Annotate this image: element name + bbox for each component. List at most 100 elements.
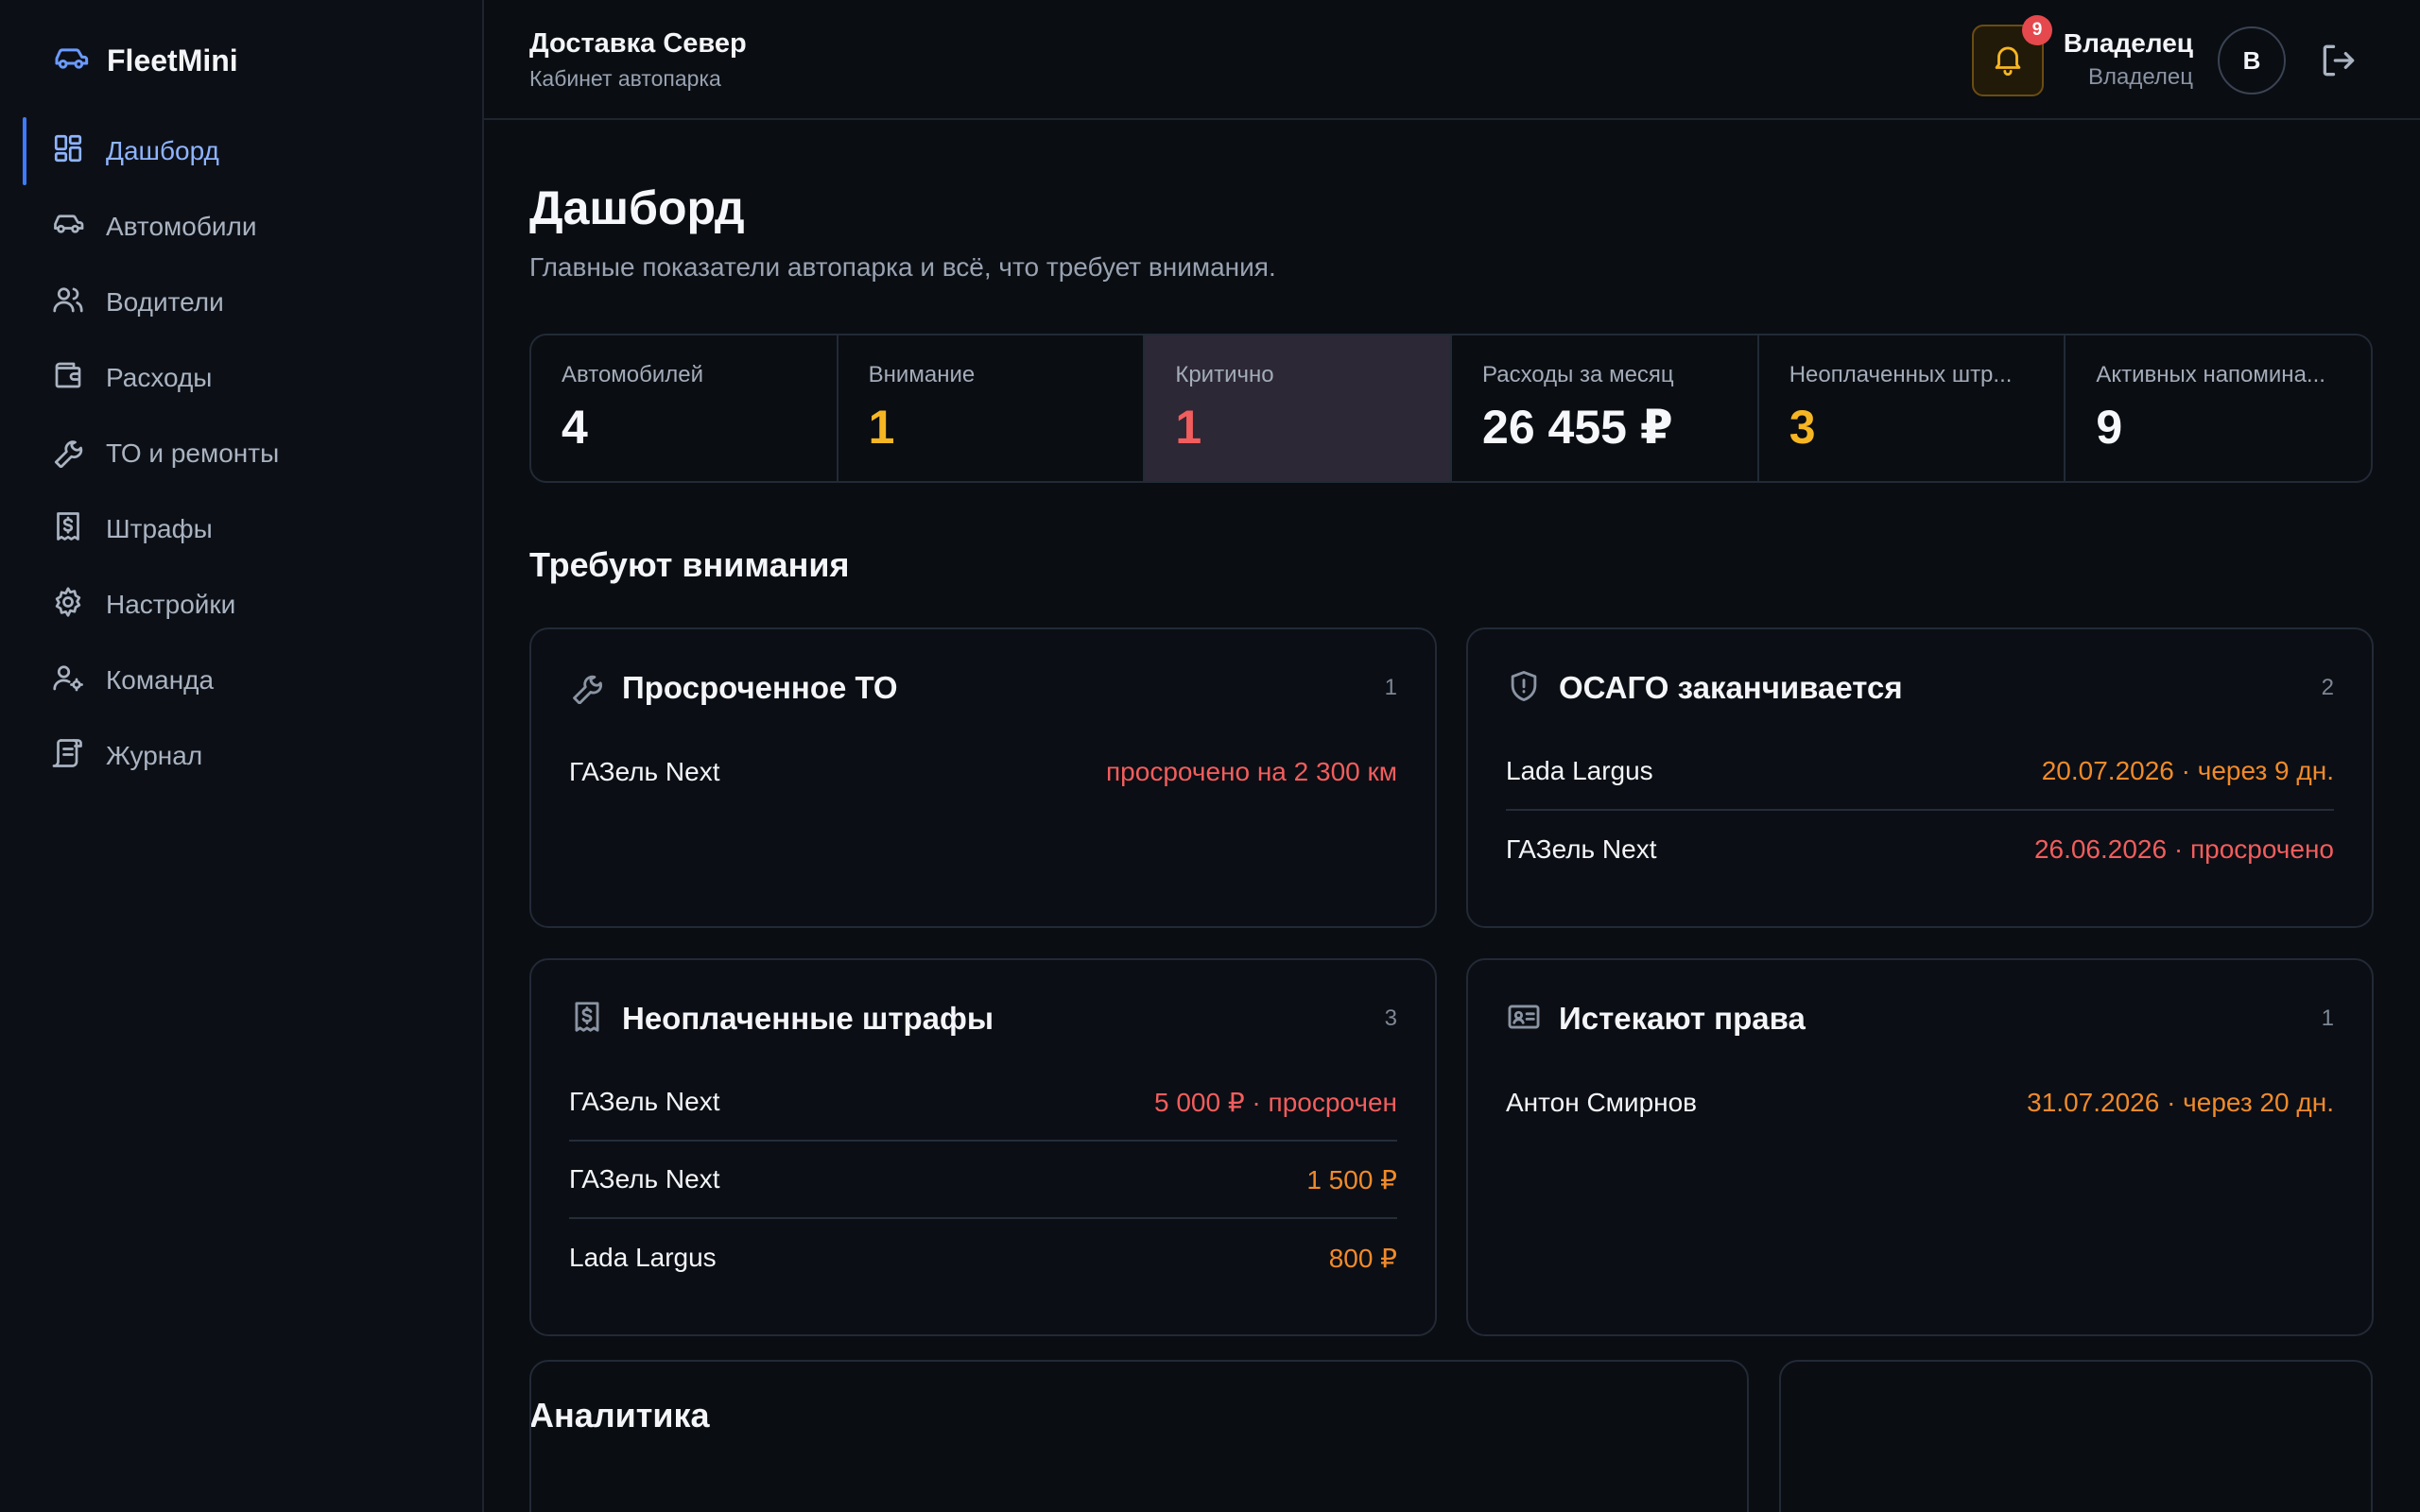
card-rows: ГАЗель Next просрочено на 2 300 км [569,733,1397,811]
list-item[interactable]: ГАЗель Next 5 000 ₽ · просрочен [569,1064,1397,1142]
dashboard-icon [51,131,85,172]
id-card-icon [1506,999,1542,1040]
page-title: Дашборд [529,181,745,234]
list-item[interactable]: ГАЗель Next 26.06.2026 · просрочено [1506,811,2334,888]
card-rows: Lada Largus 20.07.2026 · через 9 дн. ГАЗ… [1506,733,2334,888]
card-osago-expiring: ОСАГО заканчивается 2 Lada Largus 20.07.… [1466,627,2374,928]
sidebar-nav: Дашборд Автомобили Водители Расходы ТО и… [23,117,458,798]
car-icon [51,207,85,248]
sidebar-item-maintenance[interactable]: ТО и ремонты [23,420,458,488]
sidebar-item-cars[interactable]: Автомобили [23,193,458,261]
receipt-icon [51,509,85,550]
status-text: 31.07.2026 · через 20 дн. [2027,1088,2334,1117]
card-title: Неоплаченные штрафы [622,1001,994,1036]
page-subtitle: Главные показатели автопарка и всё, что … [529,252,1276,282]
stat-label: Внимание [868,362,976,387]
wallet-icon [51,358,85,399]
stat-active-reminders[interactable]: Активных напомина... 9 [2066,335,2371,481]
card-header: ОСАГО заканчивается 2 [1506,667,2334,709]
wrench-icon [51,434,85,474]
avatar[interactable]: В [2218,26,2286,94]
sidebar-item-label: Автомобили [106,212,257,241]
gear-icon [51,585,85,626]
sidebar-item-drivers[interactable]: Водители [23,268,458,336]
sidebar-item-log[interactable]: Журнал [23,722,458,790]
list-item[interactable]: Антон Смирнов 31.07.2026 · через 20 дн. [1506,1064,2334,1142]
notifications-badge: 9 [2022,15,2052,45]
card-header: Истекают права 1 [1506,998,2334,1040]
card-count: 1 [1384,675,1397,700]
wrench-icon [569,668,605,709]
top-header: Доставка Север Кабинет автопарка 9 Владе… [484,0,2420,120]
shield-icon [1506,668,1542,709]
vehicle-name: ГАЗель Next [569,757,720,786]
card-header: Просроченное ТО 1 [569,667,1397,709]
list-item[interactable]: ГАЗель Next 1 500 ₽ [569,1142,1397,1219]
brand[interactable]: FleetMini [52,40,238,81]
card-count: 2 [2321,675,2334,700]
sidebar: FleetMini Дашборд Автомобили Водители Ра… [0,0,484,1512]
sidebar-item-label: Журнал [106,741,203,770]
brand-name: FleetMini [107,43,238,77]
org-subtitle: Кабинет автопарка [529,66,721,91]
stat-label: Расходы за месяц [1482,362,1674,387]
sidebar-item-fines[interactable]: Штрафы [23,495,458,563]
sidebar-item-team[interactable]: Команда [23,646,458,714]
org-name: Доставка Север [529,28,747,59]
stat-label: Активных напомина... [2096,362,2325,387]
card-title: Истекают права [1559,1001,1806,1036]
user-name: Владелец [2063,28,2193,58]
vehicle-name: ГАЗель Next [569,1087,720,1116]
status-text: просрочено на 2 300 км [1106,757,1397,786]
sidebar-item-label: Расходы [106,363,213,392]
user-role: Владелец [2087,64,2193,90]
stat-monthly-expenses[interactable]: Расходы за месяц 26 455 ₽ [1452,335,1759,481]
vehicle-name: Lada Largus [1506,756,1653,785]
card-rows: ГАЗель Next 5 000 ₽ · просрочен ГАЗель N… [569,1064,1397,1297]
list-item[interactable]: Lada Largus 800 ₽ [569,1219,1397,1297]
card-unpaid-fines: Неоплаченные штрафы 3 ГАЗель Next 5 000 … [529,958,1437,1336]
logout-button[interactable] [2318,40,2360,81]
list-item[interactable]: ГАЗель Next просрочено на 2 300 км [569,733,1397,811]
sidebar-item-settings[interactable]: Настройки [23,571,458,639]
status-text: 5 000 ₽ · просрочен [1153,1087,1397,1117]
sidebar-item-label: ТО и ремонты [106,438,280,468]
stat-attention[interactable]: Внимание 1 [838,335,1146,481]
analytics-card-right [1779,1360,2373,1512]
card-count: 1 [2321,1005,2334,1031]
sidebar-item-label: Водители [106,287,224,317]
stat-value: 9 [2096,401,2123,454]
stat-cars[interactable]: Автомобилей 4 [531,335,838,481]
stat-value: 1 [1175,401,1202,454]
scroll-icon [51,736,85,777]
stat-label: Неоплаченных штр... [1789,362,2013,387]
stat-value: 26 455 ₽ [1482,401,1673,454]
user-gear-icon [51,661,85,701]
stat-value: 1 [868,401,895,454]
status-text: 800 ₽ [1328,1243,1397,1273]
status-text: 20.07.2026 · через 9 дн. [2041,756,2334,785]
stat-value: 4 [562,401,588,454]
card-count: 3 [1384,1005,1397,1031]
receipt-icon [569,999,605,1040]
stat-critical[interactable]: Критично 1 [1145,335,1453,481]
stat-unpaid-fines[interactable]: Неоплаченных штр... 3 [1759,335,2066,481]
stats-bar: Автомобилей 4 Внимание 1 Критично 1 Расх… [529,334,2373,483]
sidebar-item-label: Дашборд [106,136,219,165]
card-rows: Антон Смирнов 31.07.2026 · через 20 дн. [1506,1064,2334,1142]
analytics-card-left [529,1360,1749,1512]
users-icon [51,283,85,323]
list-item[interactable]: Lada Largus 20.07.2026 · через 9 дн. [1506,733,2334,811]
sidebar-item-dashboard[interactable]: Дашборд [23,117,458,185]
sidebar-item-expenses[interactable]: Расходы [23,344,458,412]
vehicle-name: ГАЗель Next [569,1164,720,1194]
card-licenses-expiring: Истекают права 1 Антон Смирнов 31.07.202… [1466,958,2374,1336]
card-overdue-maintenance: Просроченное ТО 1 ГАЗель Next просрочено… [529,627,1437,928]
card-header: Неоплаченные штрафы 3 [569,998,1397,1040]
car-icon [52,40,90,82]
vehicle-name: Lada Largus [569,1243,717,1272]
stat-label: Автомобилей [562,362,704,387]
logout-icon [2318,44,2360,85]
sidebar-item-label: Настройки [106,590,236,619]
bell-icon [1990,41,2026,81]
